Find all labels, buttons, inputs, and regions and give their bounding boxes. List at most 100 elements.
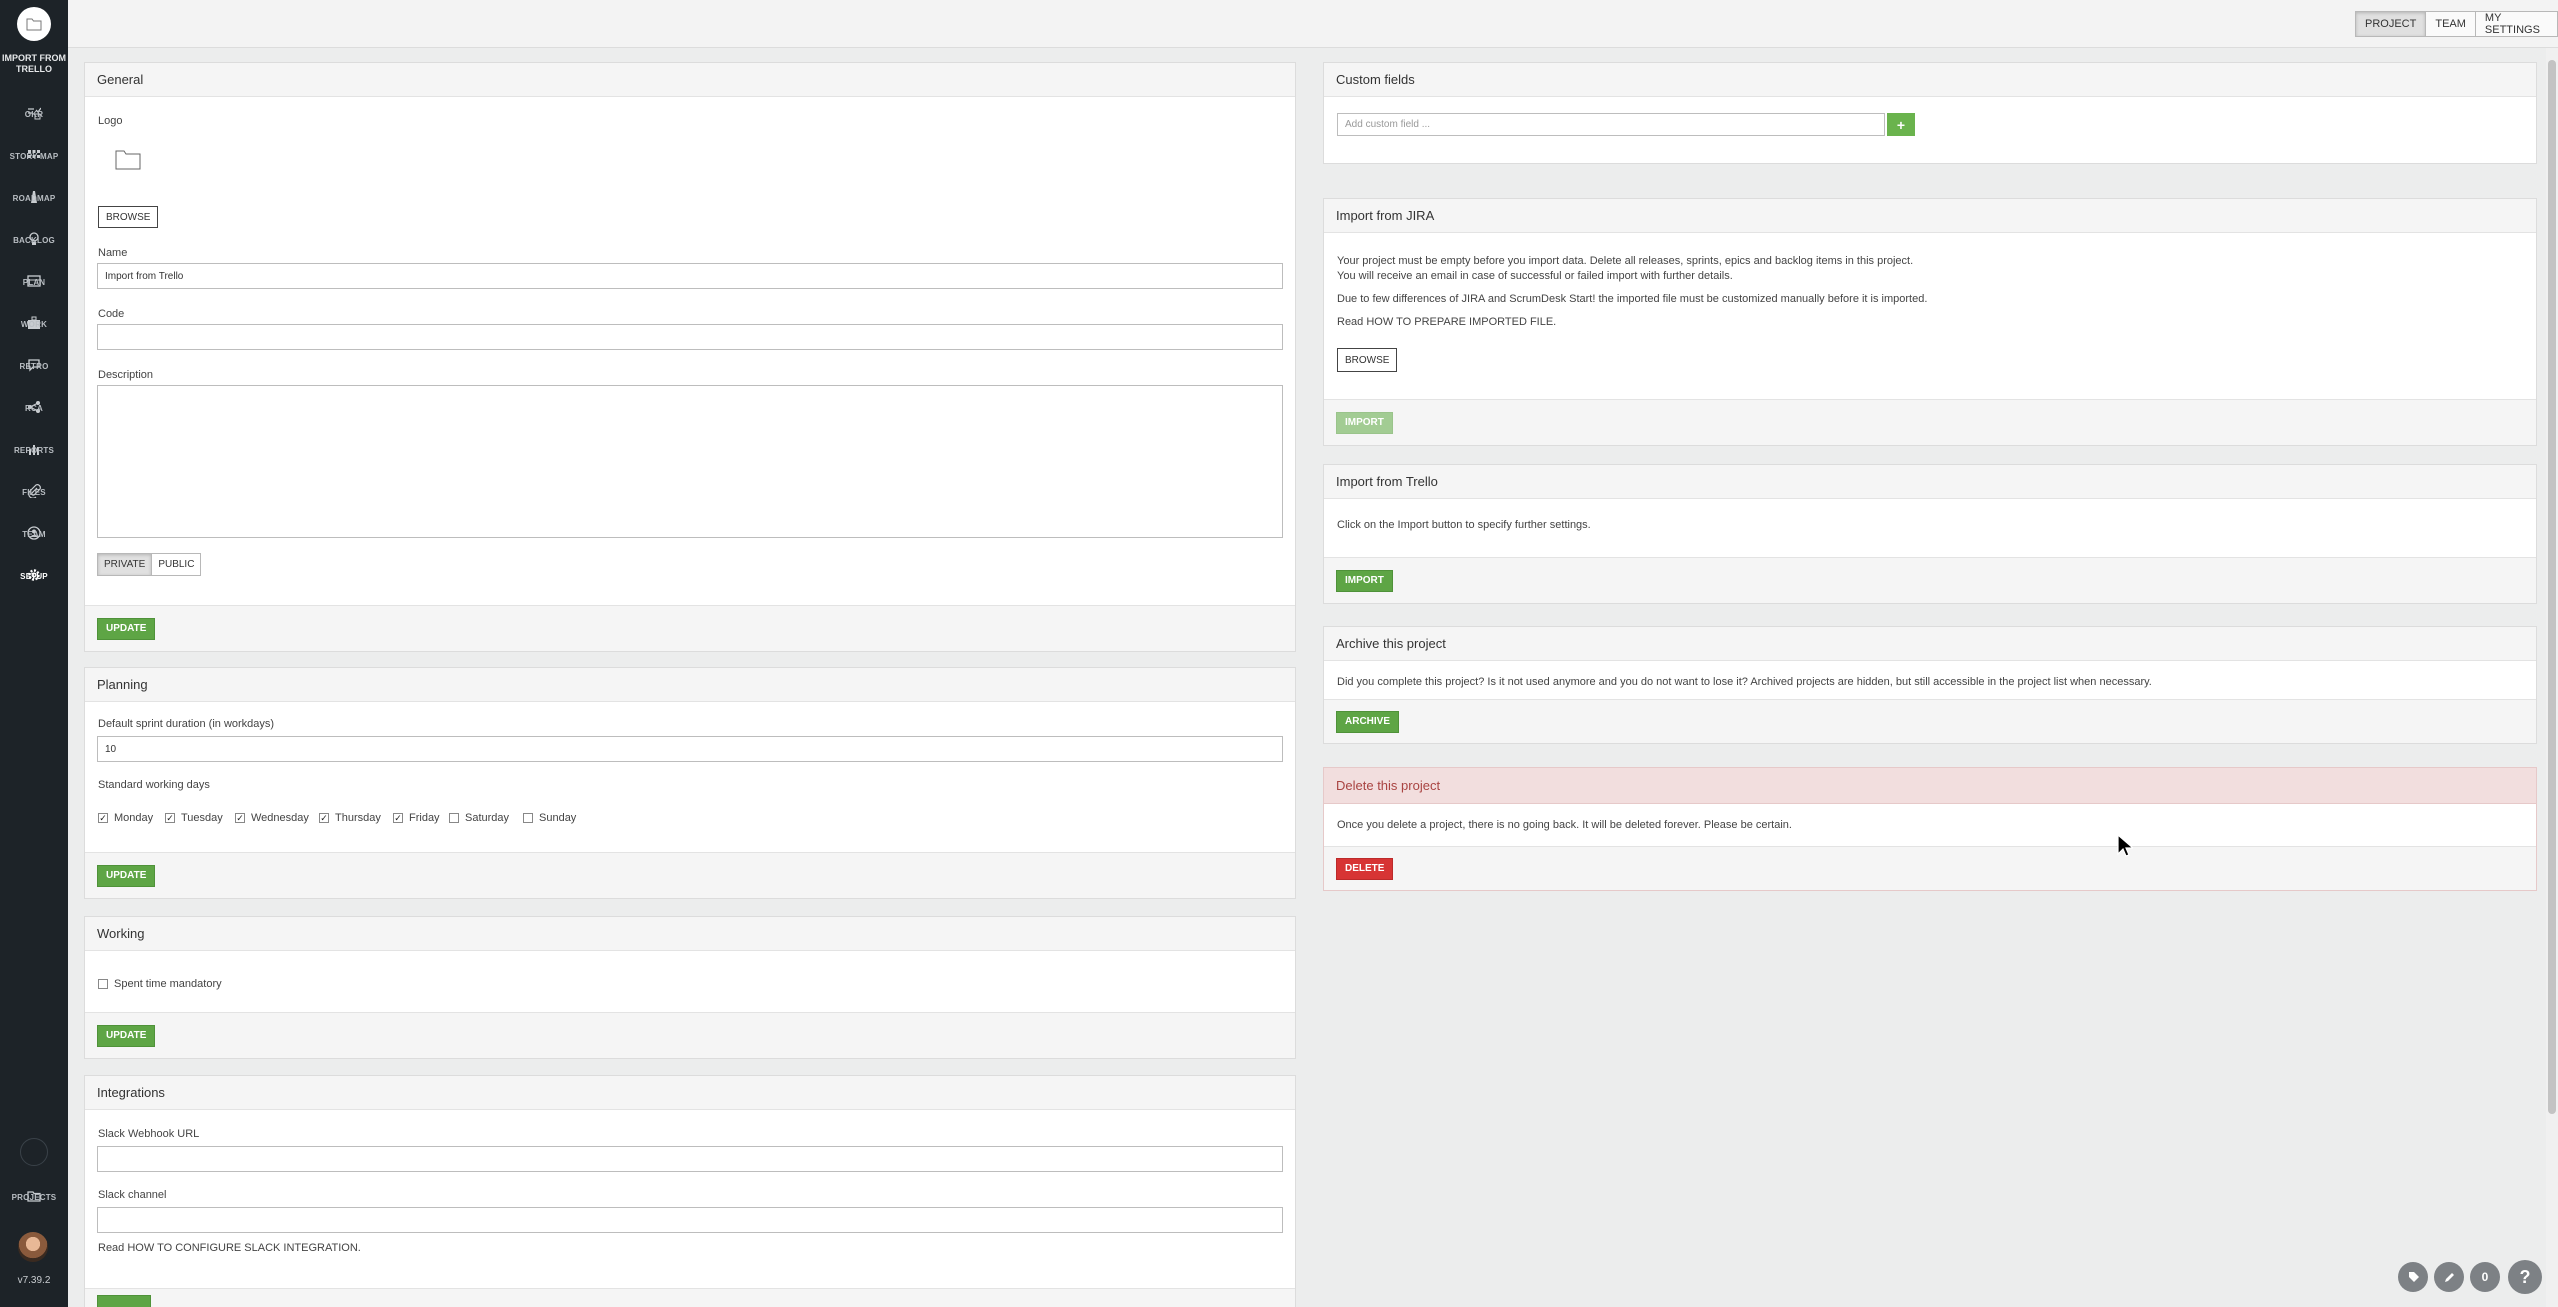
tag-icon: [2408, 1271, 2419, 1282]
integrations-title: Integrations: [85, 1076, 1295, 1110]
nav-projects[interactable]: PROJECTS: [0, 1175, 68, 1217]
sprint-duration-input[interactable]: 10: [97, 736, 1283, 762]
visibility-public[interactable]: PUBLIC: [151, 553, 202, 576]
jira-footer: IMPORT: [1324, 399, 2536, 445]
slack-webhook-input[interactable]: [97, 1146, 1283, 1172]
trello-import-button[interactable]: IMPORT: [1336, 569, 1393, 592]
webhook-label: Slack Webhook URL: [98, 1128, 200, 1140]
nav-story-map[interactable]: STORY MAP: [0, 134, 68, 176]
name-label: Name: [98, 247, 128, 259]
description-textarea[interactable]: [97, 385, 1283, 538]
nav-okr[interactable]: OKR: [0, 92, 68, 134]
checkbox[interactable]: [523, 813, 533, 823]
sprint-duration-label: Default sprint duration (in workdays): [98, 718, 275, 730]
tab-team[interactable]: TEAM: [2425, 11, 2476, 37]
general-title: General: [85, 63, 1295, 97]
tag-fab[interactable]: [2398, 1262, 2428, 1292]
checkbox[interactable]: ✓: [165, 813, 175, 823]
project-logo[interactable]: [17, 7, 51, 41]
jira-panel: Import from JIRA Your project must be em…: [1323, 198, 2537, 446]
archive-text: Did you complete this project? Is it not…: [1337, 676, 2152, 688]
archive-button[interactable]: ARCHIVE: [1336, 710, 1400, 733]
description-label: Description: [98, 369, 154, 381]
planning-panel: Planning Default sprint duration (in wor…: [84, 667, 1296, 899]
general-update-button[interactable]: UPDATE: [97, 617, 156, 640]
slack-help-link[interactable]: Read HOW TO CONFIGURE SLACK INTEGRATION.: [98, 1242, 361, 1254]
integrations-update-button[interactable]: [97, 1295, 151, 1307]
nav-roadmap-label: ROADMAP: [12, 194, 56, 203]
checkbox[interactable]: ✓: [235, 813, 245, 823]
checkbox[interactable]: [98, 979, 108, 989]
nav-work-label: WORK: [20, 320, 48, 329]
jira-text-3: Due to few differences of JIRA and Scrum…: [1337, 293, 1928, 305]
checkbox[interactable]: ✓: [319, 813, 329, 823]
nav-setup[interactable]: SETUP: [0, 554, 68, 596]
nav-files-label: FILES: [22, 488, 46, 497]
trello-footer: IMPORT: [1324, 557, 2536, 603]
trello-text: Click on the Import button to specify fu…: [1337, 519, 1591, 531]
nav-team-label: TEAM: [22, 530, 46, 539]
jira-title: Import from JIRA: [1324, 199, 2536, 233]
tab-project[interactable]: PROJECT: [2355, 11, 2427, 37]
edit-fab[interactable]: [2434, 1262, 2464, 1292]
nav-rca[interactable]: RCA: [0, 386, 68, 428]
day-saturday[interactable]: Saturday: [449, 812, 509, 824]
checkbox[interactable]: ✓: [98, 813, 108, 823]
day-sunday[interactable]: Sunday: [523, 812, 576, 824]
scrollbar-thumb[interactable]: [2548, 60, 2556, 1114]
notifications-count[interactable]: 0: [2470, 1262, 2500, 1292]
project-name: IMPORT FROM TRELLO: [2, 53, 66, 74]
nav-work[interactable]: WORK: [0, 302, 68, 344]
working-title: Working: [85, 917, 1295, 951]
day-thursday[interactable]: ✓ Thursday: [319, 812, 381, 824]
code-label: Code: [98, 308, 125, 320]
spent-time-mandatory[interactable]: Spent time mandatory: [98, 978, 222, 990]
checkbox[interactable]: ✓: [393, 813, 403, 823]
page-scrollbar[interactable]: [2546, 48, 2558, 1307]
jira-import-button[interactable]: IMPORT: [1336, 411, 1393, 434]
jira-text-2: You will receive an email in case of suc…: [1337, 270, 1733, 282]
nav-plan[interactable]: PLAN: [0, 260, 68, 302]
nav-files[interactable]: FILES: [0, 470, 68, 512]
planning-update-button[interactable]: UPDATE: [97, 864, 156, 887]
custom-field-input[interactable]: Add custom field ...: [1337, 113, 1885, 136]
nav-plan-label: PLAN: [22, 278, 46, 287]
day-tuesday[interactable]: ✓ Tuesday: [165, 812, 223, 824]
trello-title: Import from Trello: [1324, 465, 2536, 499]
add-custom-field-button[interactable]: +: [1887, 113, 1915, 136]
pencil-icon: [2444, 1272, 2454, 1282]
nav-reports[interactable]: REPORTS: [0, 428, 68, 470]
folder-icon[interactable]: [115, 148, 141, 170]
nav-team[interactable]: TEAM: [0, 512, 68, 554]
day-wednesday[interactable]: ✓ Wednesday: [235, 812, 309, 824]
visibility-private[interactable]: PRIVATE: [97, 553, 153, 576]
archive-title: Archive this project: [1324, 627, 2536, 661]
working-footer: UPDATE: [85, 1012, 1295, 1058]
custom-fields-title: Custom fields: [1324, 63, 2536, 97]
name-input[interactable]: Import from Trello: [97, 263, 1283, 289]
day-monday[interactable]: ✓ Monday: [98, 812, 153, 824]
logo-browse-button[interactable]: BROWSE: [98, 206, 159, 228]
tab-my-settings[interactable]: MY SETTINGS: [2474, 11, 2558, 37]
nav-projects-label: PROJECTS: [11, 1193, 57, 1202]
day-friday[interactable]: ✓ Friday: [393, 812, 440, 824]
planning-footer: UPDATE: [85, 852, 1295, 898]
archive-footer: ARCHIVE: [1324, 699, 2536, 743]
integrations-panel: Integrations Slack Webhook URL Slack cha…: [84, 1075, 1296, 1307]
nav-backlog[interactable]: BACKLOG: [0, 218, 68, 260]
jira-browse-button[interactable]: BROWSE: [1337, 348, 1398, 372]
settings-tabs: PROJECT TEAM MY SETTINGS: [2355, 11, 2558, 37]
user-avatar[interactable]: [18, 1232, 48, 1262]
working-update-button[interactable]: UPDATE: [97, 1024, 156, 1047]
archive-panel: Archive this project Did you complete th…: [1323, 626, 2537, 744]
slack-channel-input[interactable]: [97, 1207, 1283, 1233]
checkbox[interactable]: [449, 813, 459, 823]
delete-button[interactable]: DELETE: [1336, 857, 1394, 880]
planning-title: Planning: [85, 668, 1295, 702]
nav-story-map-label: STORY MAP: [9, 152, 59, 161]
nav-roadmap[interactable]: ROADMAP: [0, 176, 68, 218]
jira-help-link[interactable]: Read HOW TO PREPARE IMPORTED FILE.: [1337, 316, 1556, 328]
code-input[interactable]: [97, 324, 1283, 350]
nav-retro[interactable]: RETRO: [0, 344, 68, 386]
help-fab[interactable]: ?: [2508, 1260, 2542, 1294]
